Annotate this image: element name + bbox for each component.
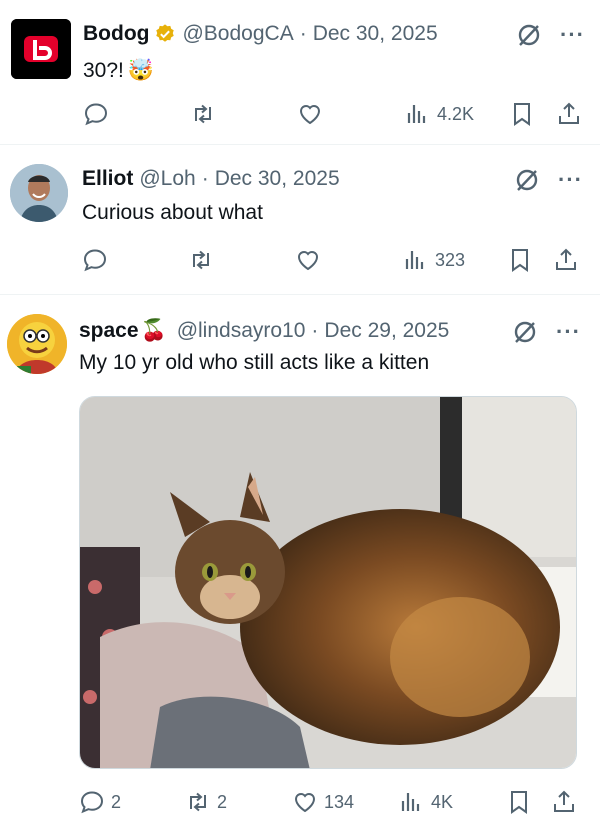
views-count: 4.2K xyxy=(437,103,475,124)
avatar[interactable] xyxy=(10,164,68,222)
tweet-top-actions: ··· xyxy=(516,22,585,48)
grok-icon[interactable] xyxy=(512,319,538,345)
separator-dot: · xyxy=(311,319,319,342)
views-icon xyxy=(407,105,426,123)
more-options-button[interactable]: ··· xyxy=(560,24,585,46)
views-count: 4K xyxy=(431,791,454,812)
like-button[interactable] xyxy=(297,101,323,127)
repost-button[interactable] xyxy=(188,247,214,273)
bookmark-button[interactable] xyxy=(507,247,533,273)
reply-icon xyxy=(83,249,107,272)
bodog-logo-icon xyxy=(11,19,71,79)
tweet-actions: 2 2 134 4K xyxy=(0,789,600,819)
views-count: 323 xyxy=(435,249,466,270)
share-button[interactable] xyxy=(551,789,577,815)
tweet-header: Elliot @Loh · Dec 30, 2025 xyxy=(82,167,340,191)
separator-dot: · xyxy=(299,22,307,45)
tweet-text: My 10 yr old who still acts like a kitte… xyxy=(79,351,430,374)
reply-button[interactable] xyxy=(83,101,109,127)
exploding-head-emoji: 🤯 xyxy=(127,59,155,82)
tweet-date[interactable]: Dec 30, 2025 xyxy=(313,22,438,46)
tweet-top-actions: ··· xyxy=(512,319,581,345)
repost-count: 2 xyxy=(217,791,228,812)
avatar[interactable] xyxy=(11,19,71,79)
heart-icon xyxy=(297,251,319,271)
repost-button[interactable] xyxy=(190,101,216,127)
cherry-emoji: 🍒 xyxy=(140,319,167,342)
views-button[interactable]: 4.2K xyxy=(405,101,474,127)
bookmark-icon xyxy=(514,103,530,126)
display-name[interactable]: space xyxy=(79,319,139,343)
bookmark-button[interactable] xyxy=(506,789,532,815)
views-icon xyxy=(401,793,420,811)
share-button[interactable] xyxy=(553,247,579,273)
repost-button[interactable]: 2 xyxy=(185,789,227,815)
tweet-2[interactable]: Elliot @Loh · Dec 30, 2025 ··· Curious a… xyxy=(0,145,600,293)
like-count: 134 xyxy=(324,791,355,812)
tweet-actions: 4.2K xyxy=(0,101,600,131)
like-button[interactable] xyxy=(295,247,321,273)
repost-icon xyxy=(190,792,206,812)
bookmark-button[interactable] xyxy=(509,101,535,127)
share-icon xyxy=(556,248,576,270)
more-options-button[interactable]: ··· xyxy=(558,169,583,191)
person-photo-icon xyxy=(10,164,68,222)
reply-button[interactable]: 2 xyxy=(79,789,121,815)
views-icon xyxy=(405,251,424,269)
reply-icon xyxy=(84,103,108,126)
repost-icon xyxy=(195,104,211,124)
tweet-header: space 🍒 @lindsayro10 · Dec 29, 2025 xyxy=(79,319,449,343)
cartoon-avatar-icon xyxy=(7,314,67,374)
reply-count: 2 xyxy=(111,791,122,812)
grok-icon[interactable] xyxy=(516,22,542,48)
tweet-top-actions: ··· xyxy=(514,167,583,193)
reply-icon xyxy=(80,791,104,814)
grok-icon[interactable] xyxy=(514,167,540,193)
heart-icon xyxy=(299,105,321,125)
verified-badge-icon[interactable] xyxy=(154,23,176,45)
share-button[interactable] xyxy=(556,101,582,127)
share-icon xyxy=(559,102,579,124)
views-button[interactable]: 4K xyxy=(399,789,453,815)
tweet-actions: 323 xyxy=(0,247,600,277)
views-button[interactable]: 323 xyxy=(403,247,465,273)
share-icon xyxy=(554,790,574,812)
user-handle[interactable]: @BodogCA xyxy=(182,22,293,46)
avatar[interactable] xyxy=(7,314,67,374)
separator-dot: · xyxy=(201,167,209,190)
bookmark-icon xyxy=(511,791,527,814)
tweet-header: Bodog @BodogCA · Dec 30, 2025 xyxy=(83,22,438,46)
more-options-button[interactable]: ··· xyxy=(556,321,581,343)
tweet-date[interactable]: Dec 30, 2025 xyxy=(215,167,340,191)
heart-icon xyxy=(294,793,316,813)
tweet-1[interactable]: Bodog @BodogCA · Dec 30, 2025 ··· 30?! 🤯 … xyxy=(0,0,600,140)
tweet-text: Curious about what xyxy=(82,201,263,224)
tweet-text: 30?! 🤯 xyxy=(83,59,155,82)
repost-icon xyxy=(193,250,209,270)
cat-photo-icon xyxy=(80,397,576,768)
tweet-date[interactable]: Dec 29, 2025 xyxy=(324,319,449,343)
user-handle[interactable]: @Loh xyxy=(139,167,195,191)
display-name[interactable]: Elliot xyxy=(82,167,133,191)
user-handle[interactable]: @lindsayro10 xyxy=(177,319,306,343)
display-name[interactable]: Bodog xyxy=(83,22,149,46)
reply-button[interactable] xyxy=(82,247,108,273)
bookmark-icon xyxy=(512,249,528,272)
like-button[interactable]: 134 xyxy=(292,789,354,815)
tweet-media-image[interactable] xyxy=(79,396,577,769)
